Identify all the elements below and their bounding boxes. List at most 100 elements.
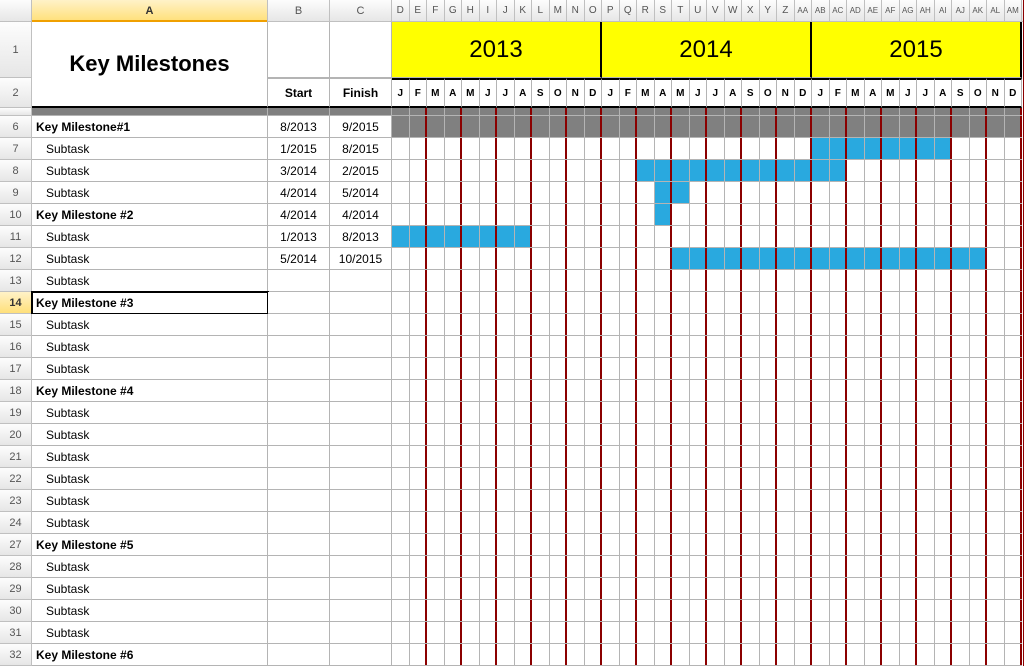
- gantt-cell[interactable]: [952, 468, 970, 490]
- gantt-cell[interactable]: [637, 512, 655, 534]
- gantt-cell[interactable]: [497, 468, 515, 490]
- gantt-cell[interactable]: [970, 578, 988, 600]
- gantt-cell[interactable]: [952, 578, 970, 600]
- gantt-cell[interactable]: [602, 358, 620, 380]
- gantt-cell[interactable]: [392, 314, 410, 336]
- gantt-cell[interactable]: [900, 644, 918, 666]
- gantt-cell[interactable]: [900, 226, 918, 248]
- gantt-cell[interactable]: [585, 402, 603, 424]
- gantt-cell[interactable]: [917, 248, 935, 270]
- gantt-cell[interactable]: [602, 380, 620, 402]
- gantt-cell[interactable]: [532, 336, 550, 358]
- gantt-cell[interactable]: [935, 534, 953, 556]
- gantt-cell[interactable]: [410, 182, 428, 204]
- gantt-cell[interactable]: [777, 402, 795, 424]
- gantt-cell[interactable]: [987, 424, 1005, 446]
- gantt-cell[interactable]: [865, 402, 883, 424]
- row-header[interactable]: 7: [0, 138, 32, 160]
- gantt-cell[interactable]: [410, 556, 428, 578]
- finish-date-cell[interactable]: [330, 556, 392, 578]
- gantt-cell[interactable]: [445, 182, 463, 204]
- gantt-cell[interactable]: [690, 138, 708, 160]
- gantt-cell[interactable]: [637, 622, 655, 644]
- gantt-cell[interactable]: [795, 248, 813, 270]
- gantt-cell[interactable]: [480, 336, 498, 358]
- start-date-cell[interactable]: [268, 490, 330, 512]
- gantt-cell[interactable]: [935, 116, 953, 138]
- gantt-cell[interactable]: [532, 556, 550, 578]
- gantt-cell[interactable]: [795, 578, 813, 600]
- gantt-cell[interactable]: [952, 204, 970, 226]
- gantt-cell[interactable]: [1005, 182, 1023, 204]
- gantt-cell[interactable]: [760, 160, 778, 182]
- gantt-cell[interactable]: [917, 292, 935, 314]
- gantt-cell[interactable]: [830, 556, 848, 578]
- gantt-cell[interactable]: [690, 534, 708, 556]
- gantt-cell[interactable]: [515, 270, 533, 292]
- gantt-cell[interactable]: [725, 226, 743, 248]
- gantt-cell[interactable]: [550, 446, 568, 468]
- gantt-cell[interactable]: [952, 292, 970, 314]
- gantt-cell[interactable]: [620, 468, 638, 490]
- gantt-cell[interactable]: [987, 138, 1005, 160]
- gantt-cell[interactable]: [882, 248, 900, 270]
- gantt-cell[interactable]: [725, 336, 743, 358]
- gantt-cell[interactable]: [812, 182, 830, 204]
- gantt-cell[interactable]: [742, 644, 760, 666]
- gantt-cell[interactable]: [532, 314, 550, 336]
- row-header[interactable]: 18: [0, 380, 32, 402]
- gantt-cell[interactable]: [742, 248, 760, 270]
- gantt-cell[interactable]: [480, 204, 498, 226]
- gantt-cell[interactable]: [795, 490, 813, 512]
- gantt-cell[interactable]: [497, 380, 515, 402]
- gantt-cell[interactable]: [777, 182, 795, 204]
- gantt-cell[interactable]: [462, 534, 480, 556]
- gantt-cell[interactable]: [935, 226, 953, 248]
- gantt-cell[interactable]: [655, 204, 673, 226]
- gantt-cell[interactable]: [620, 380, 638, 402]
- gantt-cell[interactable]: [917, 336, 935, 358]
- gantt-cell[interactable]: [742, 424, 760, 446]
- gantt-cell[interactable]: [637, 204, 655, 226]
- gantt-cell[interactable]: [515, 160, 533, 182]
- gantt-cell[interactable]: [427, 556, 445, 578]
- gantt-cell[interactable]: [655, 644, 673, 666]
- gantt-cell[interactable]: [672, 644, 690, 666]
- gantt-cell[interactable]: [445, 380, 463, 402]
- gantt-cell[interactable]: [760, 578, 778, 600]
- gantt-cell[interactable]: [1005, 424, 1023, 446]
- gantt-cell[interactable]: [847, 512, 865, 534]
- subtask-name[interactable]: Subtask: [32, 556, 268, 578]
- milestone-name[interactable]: Key Milestone #6: [32, 644, 268, 666]
- gantt-cell[interactable]: [742, 578, 760, 600]
- gantt-cell[interactable]: [655, 424, 673, 446]
- gantt-cell[interactable]: [865, 578, 883, 600]
- gantt-cell[interactable]: [550, 270, 568, 292]
- start-date-cell[interactable]: 4/2014: [268, 204, 330, 226]
- row-header[interactable]: 9: [0, 182, 32, 204]
- finish-date-cell[interactable]: 4/2014: [330, 204, 392, 226]
- gantt-cell[interactable]: [935, 292, 953, 314]
- gantt-cell[interactable]: [497, 314, 515, 336]
- gantt-cell[interactable]: [410, 622, 428, 644]
- gantt-cell[interactable]: [585, 226, 603, 248]
- gantt-cell[interactable]: [900, 622, 918, 644]
- gantt-cell[interactable]: [585, 600, 603, 622]
- gantt-cell[interactable]: [462, 226, 480, 248]
- gantt-cell[interactable]: [550, 226, 568, 248]
- gantt-cell[interactable]: [882, 292, 900, 314]
- finish-date-cell[interactable]: [330, 446, 392, 468]
- gantt-cell[interactable]: [462, 490, 480, 512]
- gantt-cell[interactable]: [725, 248, 743, 270]
- gantt-cell[interactable]: [970, 292, 988, 314]
- gantt-cell[interactable]: [410, 600, 428, 622]
- gantt-cell[interactable]: [497, 578, 515, 600]
- gantt-cell[interactable]: [830, 160, 848, 182]
- row-header[interactable]: 6: [0, 116, 32, 138]
- gantt-cell[interactable]: [532, 446, 550, 468]
- gantt-cell[interactable]: [690, 556, 708, 578]
- gantt-cell[interactable]: [550, 534, 568, 556]
- month-header[interactable]: N: [777, 78, 795, 108]
- gantt-cell[interactable]: [847, 534, 865, 556]
- col-header-month[interactable]: I: [480, 0, 498, 21]
